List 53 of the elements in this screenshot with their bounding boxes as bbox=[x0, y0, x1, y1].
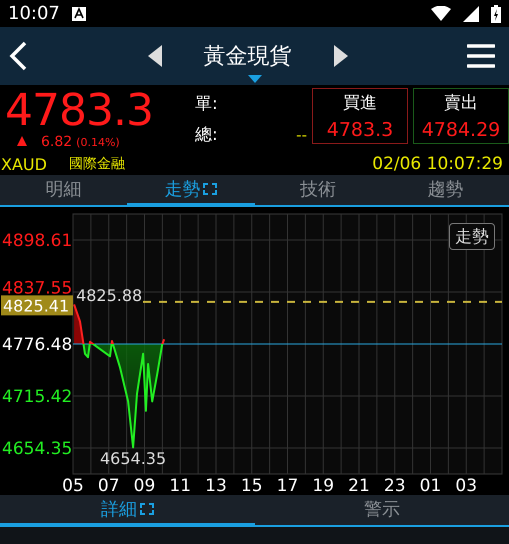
y-axis-label: 4715.42 bbox=[2, 386, 72, 407]
header-title: 黃金現貨 bbox=[204, 43, 292, 71]
y-axis-label: 4654.35 bbox=[2, 438, 72, 459]
low-label: 4654.35 bbox=[100, 448, 166, 468]
menu-button[interactable] bbox=[467, 42, 495, 70]
notification-icon bbox=[72, 6, 86, 20]
ask-box[interactable]: 賣出 4784.29 bbox=[413, 88, 509, 144]
bid-label: 買進 bbox=[343, 92, 377, 114]
x-axis-label: 11 bbox=[169, 476, 192, 495]
view-tab[interactable]: 走勢 bbox=[127, 175, 254, 207]
ask-label: 賣出 bbox=[444, 92, 478, 114]
x-axis-label: 05 bbox=[62, 476, 84, 495]
data-source: 國際金融 bbox=[68, 155, 125, 173]
x-axis-label: 07 bbox=[98, 476, 120, 495]
x-axis-label: 09 bbox=[134, 476, 156, 495]
caret-icon bbox=[248, 75, 262, 83]
detail-tab[interactable]: 警示 bbox=[254, 495, 509, 527]
field-value: -- bbox=[296, 126, 307, 144]
back-button[interactable] bbox=[8, 41, 28, 71]
x-axis-label: 13 bbox=[205, 476, 227, 495]
bid-price: 4783.3 bbox=[326, 118, 394, 141]
price-tag: 4825.41 bbox=[1, 295, 73, 316]
x-axis-label: 03 bbox=[455, 476, 478, 495]
bid-box[interactable]: 買進 4783.3 bbox=[312, 88, 408, 144]
x-axis-label: 15 bbox=[240, 476, 263, 495]
status-time: 10:07 bbox=[8, 3, 60, 24]
field-label: 總: bbox=[195, 124, 218, 146]
x-axis-label: 21 bbox=[348, 476, 370, 495]
quote-datetime: 02/06 10:07:29 bbox=[372, 154, 503, 174]
view-tab[interactable]: 明細 bbox=[0, 175, 128, 207]
x-axis-label: 01 bbox=[420, 476, 442, 495]
x-axis-label: 23 bbox=[384, 476, 406, 495]
next-button[interactable] bbox=[332, 45, 348, 67]
fullscreen-icon bbox=[140, 503, 154, 515]
percent-change: (0.14%) bbox=[76, 136, 120, 149]
wifi-icon bbox=[431, 6, 451, 21]
battery-icon bbox=[491, 4, 501, 22]
fullscreen-icon bbox=[203, 183, 218, 195]
field-label: 單: bbox=[195, 93, 218, 115]
x-axis-label: 19 bbox=[312, 476, 334, 495]
x-axis-label: 17 bbox=[276, 476, 298, 495]
ask-price: 4784.29 bbox=[422, 118, 500, 141]
view-tab[interactable]: 趨勢 bbox=[382, 175, 509, 207]
last-price: 4783.3 bbox=[5, 88, 154, 134]
symbol-code: XAUD bbox=[1, 154, 47, 174]
y-axis-label: 4898.61 bbox=[2, 230, 72, 251]
previous-button[interactable] bbox=[148, 45, 164, 67]
signal-icon bbox=[463, 6, 479, 22]
y-axis-label: 4776.48 bbox=[2, 334, 72, 355]
high-label: 4825.88 bbox=[76, 286, 142, 305]
price-change: 6.82 bbox=[41, 134, 72, 150]
chart-mode-button[interactable]: 走勢 bbox=[449, 223, 495, 250]
view-tab[interactable]: 技術 bbox=[254, 175, 382, 207]
